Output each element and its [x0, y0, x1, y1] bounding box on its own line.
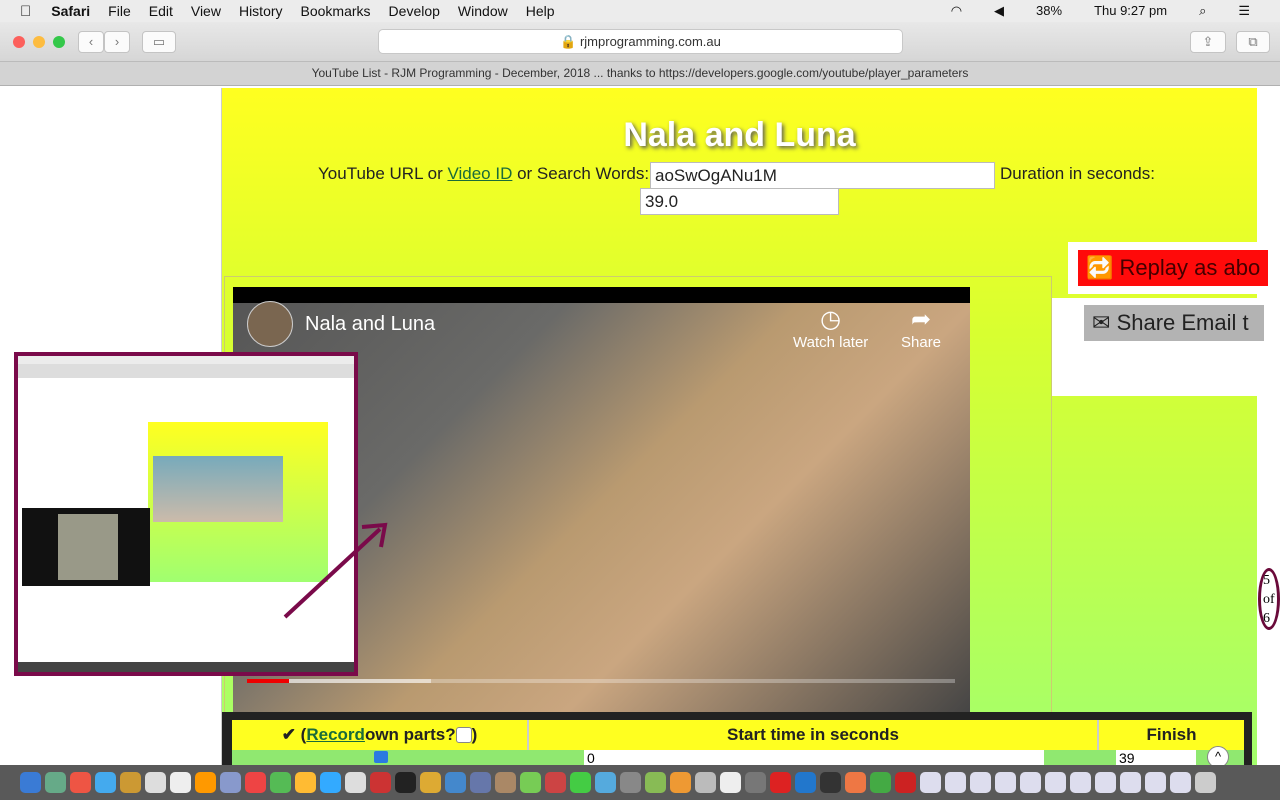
list-icon[interactable]: ☰ [1238, 3, 1250, 19]
menu-edit[interactable]: Edit [149, 3, 173, 19]
menu-window[interactable]: Window [458, 3, 508, 19]
dock-app-icon[interactable] [520, 772, 541, 793]
dock-app-icon[interactable] [620, 772, 641, 793]
apple-icon[interactable]:  [20, 3, 31, 20]
dock-app-icon[interactable] [495, 772, 516, 793]
dock-window-thumbnail[interactable] [970, 772, 991, 793]
volume-icon[interactable]: ◀ [994, 3, 1004, 19]
dock-app-icon[interactable] [720, 772, 741, 793]
dock-app-icon[interactable] [70, 772, 91, 793]
dock-app-icon[interactable] [570, 772, 591, 793]
minimize-button[interactable] [33, 36, 45, 48]
dock-app-icon[interactable] [95, 772, 116, 793]
forward-button[interactable]: › [104, 31, 130, 53]
dock-app-icon[interactable] [120, 772, 141, 793]
menu-help[interactable]: Help [526, 3, 555, 19]
web-content: Nala and Luna YouTube URL or Video ID or… [0, 86, 1280, 765]
back-button[interactable]: ‹ [78, 31, 104, 53]
dock-app-icon[interactable] [220, 772, 241, 793]
dock-app-icon[interactable] [595, 772, 616, 793]
dock-app-icon[interactable] [170, 772, 191, 793]
pointer-arrow [283, 522, 388, 619]
battery-percent[interactable]: 38% [1036, 3, 1062, 19]
dock-app-icon[interactable] [20, 772, 41, 793]
menu-file[interactable]: File [108, 3, 131, 19]
dock-app-icon[interactable] [895, 772, 916, 793]
dock-window-thumbnail[interactable] [1070, 772, 1091, 793]
dock-window-thumbnail[interactable] [1145, 772, 1166, 793]
dock-app-icon[interactable] [345, 772, 366, 793]
dock-app-icon[interactable] [445, 772, 466, 793]
dock-app-icon[interactable] [370, 772, 391, 793]
clock[interactable]: Thu 9:27 pm [1094, 3, 1167, 19]
dock-window-thumbnail[interactable] [1170, 772, 1191, 793]
menu-view[interactable]: View [191, 3, 221, 19]
dock-app-icon[interactable] [770, 772, 791, 793]
dock-app-icon[interactable] [745, 772, 766, 793]
share-icon[interactable]: ⇪ [1190, 31, 1226, 53]
dock-app-icon[interactable] [320, 772, 341, 793]
menu-bar:  Safari File Edit View History Bookmark… [0, 0, 1280, 22]
dock-window-thumbnail[interactable] [1095, 772, 1116, 793]
dock-app-icon[interactable] [145, 772, 166, 793]
tabs-icon[interactable]: ⧉ [1236, 31, 1270, 53]
dock-app-icon[interactable] [545, 772, 566, 793]
search-icon[interactable]: ⌕ [1199, 3, 1206, 19]
trash-icon[interactable] [1195, 772, 1216, 793]
safari-toolbar: ‹ › ▭ 🔒 rjmprogramming.com.au ⇪ ⧉ [0, 22, 1280, 62]
dock-app-icon[interactable] [420, 772, 441, 793]
menu-app[interactable]: Safari [51, 3, 90, 19]
dock-app-icon[interactable] [45, 772, 66, 793]
sidebar-icon[interactable]: ▭ [142, 31, 176, 53]
dock-app-icon[interactable] [695, 772, 716, 793]
close-button[interactable] [13, 36, 25, 48]
dock-app-icon[interactable] [845, 772, 866, 793]
url-text: rjmprogramming.com.au [579, 34, 721, 49]
dock-app-icon[interactable] [245, 772, 266, 793]
dock-window-thumbnail[interactable] [1020, 772, 1041, 793]
dock-app-icon[interactable] [270, 772, 291, 793]
arrow-line [283, 527, 382, 619]
dock-window-thumbnail[interactable] [920, 772, 941, 793]
menu-history[interactable]: History [239, 3, 283, 19]
dock-app-icon[interactable] [870, 772, 891, 793]
dock-window-thumbnail[interactable] [1045, 772, 1066, 793]
menu-bookmarks[interactable]: Bookmarks [301, 3, 371, 19]
tab-title: YouTube List - RJM Programming - Decembe… [311, 66, 969, 80]
zoom-button[interactable] [53, 36, 65, 48]
tab-active[interactable]: YouTube List - RJM Programming - Decembe… [0, 62, 1280, 86]
dock-app-icon[interactable] [395, 772, 416, 793]
dock [0, 765, 1280, 800]
dock-app-icon[interactable] [645, 772, 666, 793]
dock-app-icon[interactable] [820, 772, 841, 793]
dock-window-thumbnail[interactable] [995, 772, 1016, 793]
dock-window-thumbnail[interactable] [1120, 772, 1141, 793]
dock-app-icon[interactable] [470, 772, 491, 793]
dock-app-icon[interactable] [295, 772, 316, 793]
dock-app-icon[interactable] [795, 772, 816, 793]
address-bar[interactable]: 🔒 rjmprogramming.com.au [378, 29, 903, 54]
dock-app-icon[interactable] [195, 772, 216, 793]
wifi-icon[interactable]: ◠ [951, 3, 962, 19]
dock-app-icon[interactable] [670, 772, 691, 793]
dock-window-thumbnail[interactable] [945, 772, 966, 793]
menu-develop[interactable]: Develop [389, 3, 440, 19]
